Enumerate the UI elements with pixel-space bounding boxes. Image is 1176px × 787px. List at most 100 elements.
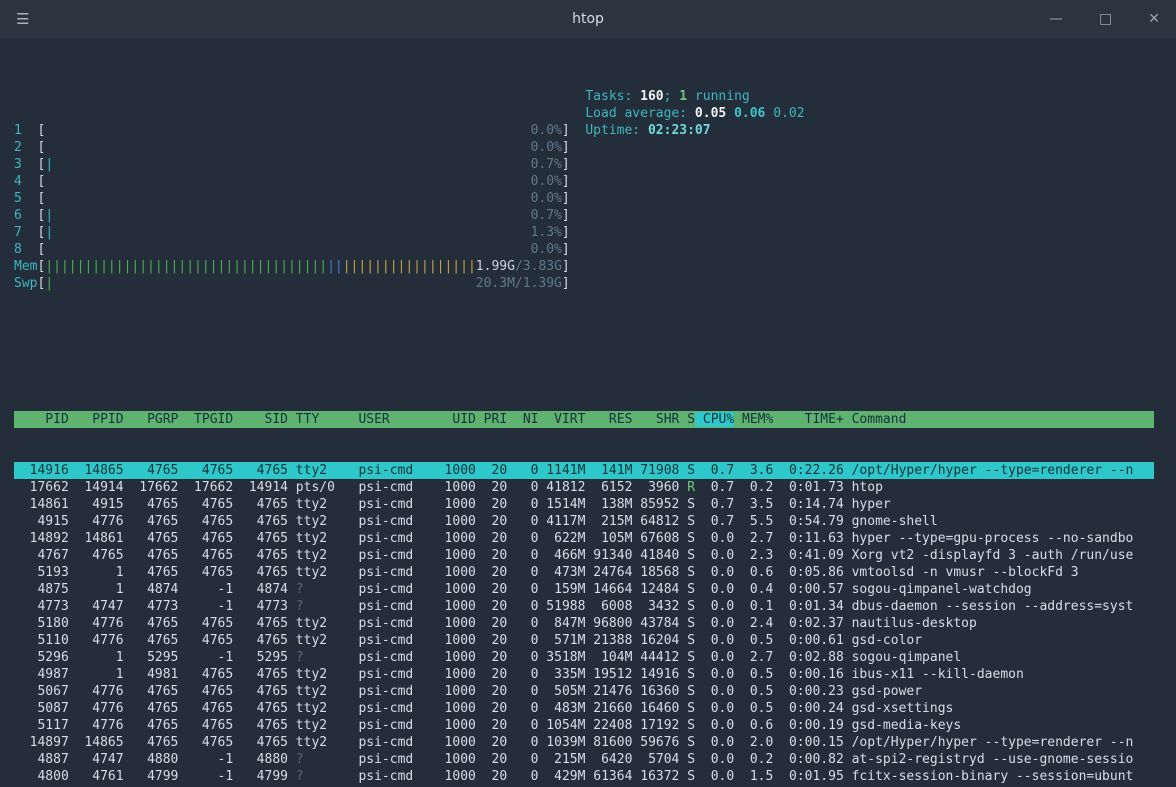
menu-icon[interactable]: ☰ <box>16 10 29 28</box>
cell-ni: 0 <box>507 497 538 512</box>
process-row[interactable]: 5296 1 5295 -1 5295 ? psi-cmd 1000 20 0 … <box>14 649 1154 666</box>
cell-shr: 12484 <box>632 582 679 597</box>
cell-uid: 1000 <box>437 548 476 563</box>
cell-tty: tty2 <box>288 735 358 750</box>
column-header-cpu[interactable]: CPU% <box>695 412 734 427</box>
cell-cpu: 0.0 <box>695 684 734 699</box>
cell-pgrp: 4765 <box>124 735 179 750</box>
cell-ni: 0 <box>507 531 538 546</box>
column-header-shr[interactable]: SHR <box>632 412 679 427</box>
cell-mem: 2.7 <box>734 531 773 546</box>
cell-shr: 59676 <box>632 735 679 750</box>
process-table: PID PPID PGRP TPGID SID TTY USER UID PRI… <box>14 377 1176 787</box>
cell-sid: 4880 <box>233 752 288 767</box>
tasks-label: Tasks: <box>585 89 640 104</box>
column-header-mem[interactable]: MEM% <box>734 412 773 427</box>
column-header-virt[interactable]: VIRT <box>538 412 585 427</box>
cell-pid: 17662 <box>14 480 69 495</box>
load-15min: 0.02 <box>773 106 804 121</box>
cell-mem: 5.5 <box>734 514 773 529</box>
cell-tty: ? <box>288 650 358 665</box>
column-header-tpgid[interactable]: TPGID <box>178 412 233 427</box>
cell-cpu: 0.7 <box>695 514 734 529</box>
cell-tty: ? <box>288 582 358 597</box>
cell-uid: 1000 <box>437 735 476 750</box>
column-header-ppid[interactable]: PPID <box>69 412 124 427</box>
column-header-s[interactable]: S <box>679 412 695 427</box>
cpu-meter-label: 8 <box>14 242 37 257</box>
process-row[interactable]: 4987 1 4981 4765 4765 tty2 psi-cmd 1000 … <box>14 666 1154 683</box>
process-row[interactable]: 5117 4776 4765 4765 4765 tty2 psi-cmd 10… <box>14 717 1154 734</box>
cell-pid: 4987 <box>14 667 69 682</box>
uptime-value: 02:23:07 <box>648 123 711 138</box>
cell-pgrp: 17662 <box>124 480 179 495</box>
cell-pri: 20 <box>476 548 507 563</box>
column-header-sid[interactable]: SID <box>233 412 288 427</box>
column-header-user[interactable]: USER <box>358 412 436 427</box>
cell-pgrp: 4765 <box>124 633 179 648</box>
column-header-tty[interactable]: TTY <box>288 412 358 427</box>
cell-s: S <box>679 514 695 529</box>
process-row[interactable]: 5180 4776 4765 4765 4765 tty2 psi-cmd 10… <box>14 615 1154 632</box>
process-row[interactable]: 4887 4747 4880 -1 4880 ? psi-cmd 1000 20… <box>14 751 1154 768</box>
column-header-uid[interactable]: UID <box>437 412 476 427</box>
cell-user: psi-cmd <box>358 684 436 699</box>
process-row[interactable]: 4767 4765 4765 4765 4765 tty2 psi-cmd 10… <box>14 547 1154 564</box>
terminal: 1 [ 0.0%]2 [ 0.0%]3 [| <box>0 38 1176 787</box>
cell-cmd: gsd-color <box>844 633 922 648</box>
cell-ppid: 4747 <box>69 599 124 614</box>
cell-sid: 4765 <box>233 497 288 512</box>
cell-cpu: 0.0 <box>695 667 734 682</box>
column-header-pid[interactable]: PID <box>14 412 69 427</box>
cell-tpgid: 4765 <box>178 684 233 699</box>
minimize-icon[interactable]: — <box>1049 11 1063 27</box>
cell-time: 0:14.74 <box>773 497 843 512</box>
column-header-cmd[interactable]: Command <box>844 412 907 427</box>
meter-close-bracket: ] <box>562 259 570 274</box>
column-header-time[interactable]: TIME+ <box>773 412 843 427</box>
column-header-ni[interactable]: NI <box>507 412 538 427</box>
process-row[interactable]: 4915 4776 4765 4765 4765 tty2 psi-cmd 10… <box>14 513 1154 530</box>
cell-ppid: 4776 <box>69 514 124 529</box>
cell-user: psi-cmd <box>358 548 436 563</box>
cell-virt: 159M <box>538 582 585 597</box>
cell-sid: 4765 <box>233 735 288 750</box>
cell-sid: 5295 <box>233 650 288 665</box>
column-header-pri[interactable]: PRI <box>476 412 507 427</box>
process-row[interactable]: 14861 4915 4765 4765 4765 tty2 psi-cmd 1… <box>14 496 1154 513</box>
maximize-icon[interactable]: □ <box>1099 11 1112 27</box>
cell-sid: 4765 <box>233 514 288 529</box>
process-row[interactable]: 14897 14865 4765 4765 4765 tty2 psi-cmd … <box>14 734 1154 751</box>
process-row[interactable]: 5067 4776 4765 4765 4765 tty2 psi-cmd 10… <box>14 683 1154 700</box>
process-row[interactable]: 5110 4776 4765 4765 4765 tty2 psi-cmd 10… <box>14 632 1154 649</box>
cell-time: 0:00.15 <box>773 735 843 750</box>
process-row[interactable]: 4875 1 4874 -1 4874 ? psi-cmd 1000 20 0 … <box>14 581 1154 598</box>
process-row[interactable]: 5087 4776 4765 4765 4765 tty2 psi-cmd 10… <box>14 700 1154 717</box>
cell-virt: 1039M <box>538 735 585 750</box>
cell-ni: 0 <box>507 769 538 784</box>
meter-close-bracket: ] <box>562 191 570 206</box>
cell-ni: 0 <box>507 735 538 750</box>
cell-pid: 4767 <box>14 548 69 563</box>
cell-s: S <box>679 497 695 512</box>
column-header-res[interactable]: RES <box>585 412 632 427</box>
cell-sid: 4765 <box>233 667 288 682</box>
cell-time: 0:54.79 <box>773 514 843 529</box>
cell-shr: 5704 <box>632 752 679 767</box>
process-row[interactable]: 14892 14861 4765 4765 4765 tty2 psi-cmd … <box>14 530 1154 547</box>
cell-cmd: hyper --type=gpu-process --no-sandbo <box>844 531 1134 546</box>
process-row[interactable]: 5193 1 4765 4765 4765 tty2 psi-cmd 1000 … <box>14 564 1154 581</box>
process-row[interactable]: 17662 14914 17662 17662 14914 pts/0 psi-… <box>14 479 1154 496</box>
cell-pid: 4773 <box>14 599 69 614</box>
cell-res: 21660 <box>585 701 632 716</box>
cell-cpu: 0.0 <box>695 531 734 546</box>
process-row[interactable]: 14916 14865 4765 4765 4765 tty2 psi-cmd … <box>14 462 1154 479</box>
close-icon[interactable]: ✕ <box>1148 11 1160 27</box>
process-row[interactable]: 4800 4761 4799 -1 4799 ? psi-cmd 1000 20… <box>14 768 1154 785</box>
meter-close-bracket: ] <box>562 242 570 257</box>
process-row[interactable]: 4773 4747 4773 -1 4773 ? psi-cmd 1000 20… <box>14 598 1154 615</box>
cell-mem: 0.4 <box>734 582 773 597</box>
cell-tpgid: 4765 <box>178 548 233 563</box>
cell-virt: 215M <box>538 752 585 767</box>
column-header-pgrp[interactable]: PGRP <box>124 412 179 427</box>
